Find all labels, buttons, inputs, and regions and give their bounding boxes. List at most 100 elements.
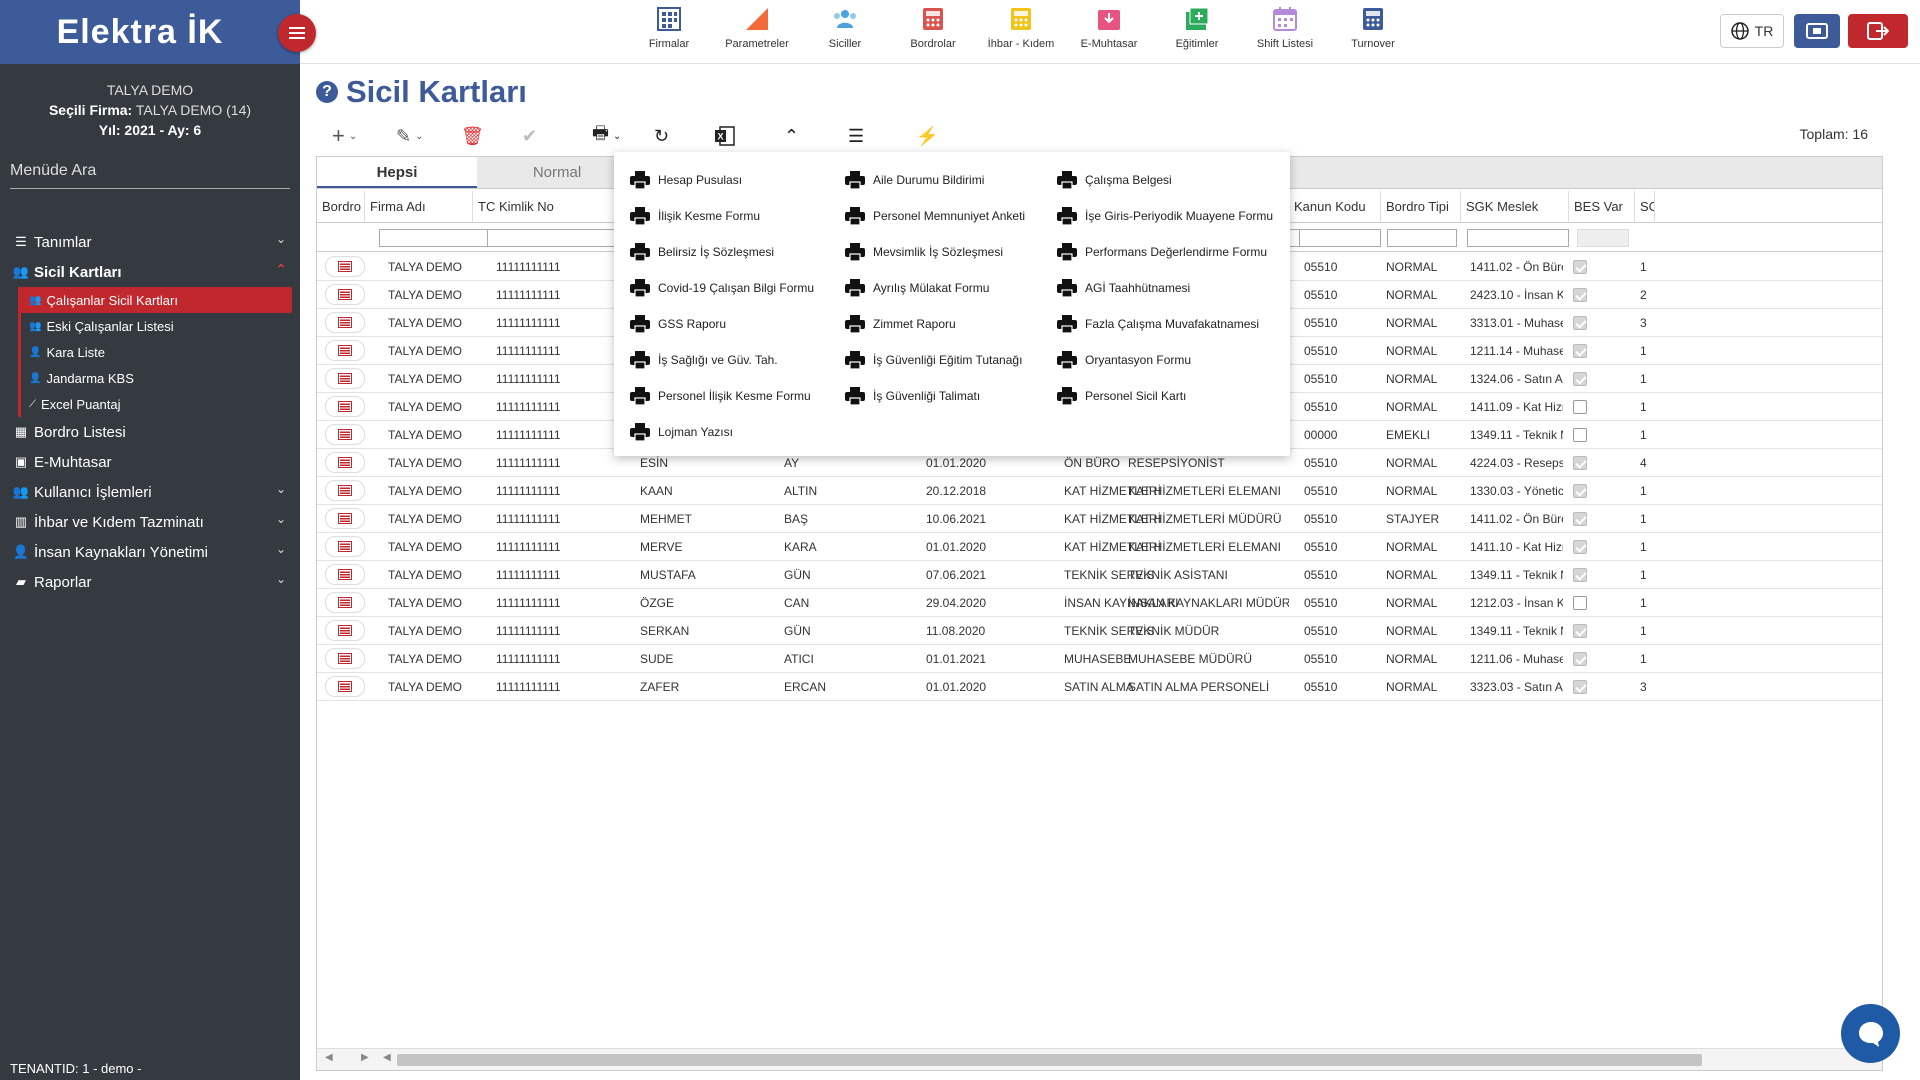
chat-button[interactable] xyxy=(1841,1004,1900,1063)
logout-button[interactable] xyxy=(1848,14,1908,48)
topnav-item-8[interactable]: Shift Listesi xyxy=(1242,6,1328,50)
topnav-item-3[interactable]: Siciller xyxy=(802,6,888,50)
bordro-button[interactable] xyxy=(325,648,365,669)
screen-toggle-button[interactable] xyxy=(1794,14,1840,48)
print-menu-item[interactable]: Aile Durumu Bildirimi xyxy=(845,162,1025,198)
column-header[interactable]: Bordro xyxy=(317,191,365,223)
sidebar-item-bordro-listesi[interactable]: ▦ Bordro Listesi xyxy=(0,417,300,447)
column-header[interactable]: Kanun Kodu xyxy=(1289,191,1381,223)
print-menu-item[interactable]: Fazla Çalışma Muvafakatnamesi xyxy=(1057,306,1273,342)
bordro-button[interactable] xyxy=(325,536,365,557)
bes-checkbox[interactable] xyxy=(1573,344,1587,358)
help-icon[interactable]: ? xyxy=(316,81,338,103)
column-filter-input[interactable] xyxy=(1467,229,1569,247)
bes-checkbox[interactable] xyxy=(1573,568,1587,582)
bordro-button[interactable] xyxy=(325,340,365,361)
column-header[interactable]: Bordro Tipi xyxy=(1381,191,1461,223)
print-menu-item[interactable]: AGİ Taahhütnamesi xyxy=(1057,270,1273,306)
bordro-button[interactable] xyxy=(325,284,365,305)
add-button[interactable]: + ⌄ xyxy=(332,122,357,150)
column-header[interactable]: Firma Adı xyxy=(365,191,473,223)
bes-checkbox[interactable] xyxy=(1573,484,1587,498)
print-menu-item[interactable]: Personel İlişik Kesme Formu xyxy=(630,378,814,414)
column-filter-input[interactable] xyxy=(1577,229,1629,247)
topnav-item-6[interactable]: E-Muhtasar xyxy=(1066,6,1152,50)
hamburger-menu-button[interactable] xyxy=(278,14,316,52)
quick-action-button[interactable]: ⚡ xyxy=(916,122,938,150)
bordro-button[interactable] xyxy=(325,592,365,613)
print-menu-item[interactable]: Hesap Pusulası xyxy=(630,162,814,198)
sidebar-item-kullanici[interactable]: 👥 Kullanıcı İşlemleri ⌄ xyxy=(0,477,300,507)
bes-checkbox[interactable] xyxy=(1573,288,1587,302)
column-header[interactable]: SGK Meslek xyxy=(1461,191,1569,223)
sidebar-subitem-calisanlar[interactable]: 👥 Çalışanlar Sicil Kartları xyxy=(21,287,292,313)
bes-checkbox[interactable] xyxy=(1573,512,1587,526)
menu-search-input[interactable]: Menüde Ara xyxy=(10,162,290,189)
bordro-button[interactable] xyxy=(325,396,365,417)
print-menu-item[interactable]: Ayrılış Mülakat Formu xyxy=(845,270,1025,306)
topnav-item-4[interactable]: Bordrolar xyxy=(890,6,976,50)
bordro-button[interactable] xyxy=(325,452,365,473)
refresh-button[interactable]: ↻ xyxy=(654,122,669,150)
sidebar-subitem-eski-calisanlar[interactable]: 👥 Eski Çalışanlar Listesi xyxy=(21,313,292,339)
print-button[interactable]: 🖶 ⌄ xyxy=(592,122,621,150)
topnav-item-2[interactable]: Parametreler xyxy=(714,6,800,50)
table-row[interactable]: TALYA DEMO 11111111111 ZAFER ERCAN 01.01.202… xyxy=(317,673,1882,701)
bordro-button[interactable] xyxy=(325,620,365,641)
sidebar-item-e-muhtasar[interactable]: ▣ E-Muhtasar xyxy=(0,447,300,477)
table-row[interactable]: TALYA DEMO 11111111111 MEHMET BAŞ 10.06.2021… xyxy=(317,505,1882,533)
print-menu-item[interactable]: Performans Değerlendirme Formu xyxy=(1057,234,1273,270)
approve-button[interactable]: ✔ xyxy=(522,122,537,150)
bordro-button[interactable] xyxy=(325,312,365,333)
print-menu-item[interactable]: İş Sağlığı ve Güv. Tah. xyxy=(630,342,814,378)
print-menu-item[interactable]: Zimmet Raporu xyxy=(845,306,1025,342)
topnav-item-5[interactable]: İhbar - Kıdem xyxy=(978,6,1064,50)
sidebar-item-tanimlar[interactable]: ☰ Tanımlar ⌄ xyxy=(0,227,300,257)
bes-checkbox[interactable] xyxy=(1573,652,1587,666)
print-menu-item[interactable]: Personel Sicil Kartı xyxy=(1057,378,1273,414)
column-header[interactable]: SC xyxy=(1635,191,1655,223)
print-menu-item[interactable]: İş Güvenliği Eğitim Tutanağı xyxy=(845,342,1025,378)
topnav-item-1[interactable]: Firmalar xyxy=(626,6,712,50)
bordro-button[interactable] xyxy=(325,564,365,585)
sidebar-subitem-kara-liste[interactable]: 👤 Kara Liste xyxy=(21,339,292,365)
print-menu-item[interactable]: Lojman Yazısı xyxy=(630,414,814,450)
bordro-button[interactable] xyxy=(325,424,365,445)
table-row[interactable]: TALYA DEMO 11111111111 SUDE ATICI 01.01.2021… xyxy=(317,645,1882,673)
scroll-left-icon[interactable]: ◀ xyxy=(325,1052,333,1063)
sidebar-item-ihbar[interactable]: ▥ İhbar ve Kıdem Tazminatı ⌄ xyxy=(0,507,300,537)
bes-checkbox[interactable] xyxy=(1573,316,1587,330)
column-header[interactable]: BES Var xyxy=(1569,191,1635,223)
language-button[interactable]: TR xyxy=(1720,14,1784,48)
sidebar-item-raporlar[interactable]: ▰ Raporlar ⌄ xyxy=(0,567,300,597)
bordro-button[interactable] xyxy=(325,256,365,277)
print-menu-item[interactable]: İşe Giris-Periyodik Muayene Formu xyxy=(1057,198,1273,234)
table-row[interactable]: TALYA DEMO 11111111111 MERVE KARA 01.01.2020… xyxy=(317,533,1882,561)
bordro-button[interactable] xyxy=(325,508,365,529)
tab-hepsi[interactable]: Hepsi xyxy=(317,157,477,188)
print-menu-item[interactable]: Mevsimlik İş Sözleşmesi xyxy=(845,234,1025,270)
columns-button[interactable]: ☰ xyxy=(848,122,864,150)
delete-button[interactable]: 🗑 xyxy=(461,122,484,150)
scrollbar-thumb[interactable] xyxy=(397,1054,1702,1066)
bordro-button[interactable] xyxy=(325,480,365,501)
tab-normal[interactable]: Normal xyxy=(477,157,637,188)
bes-checkbox[interactable] xyxy=(1573,680,1587,694)
sidebar-subitem-excel-puantaj[interactable]: ⟋ Excel Puantaj xyxy=(21,391,292,417)
topnav-item-7[interactable]: Eğitimler xyxy=(1154,6,1240,50)
column-filter-input[interactable] xyxy=(1299,229,1381,247)
print-menu-item[interactable]: Çalışma Belgesi xyxy=(1057,162,1273,198)
edit-button[interactable]: ✎ ⌄ xyxy=(396,122,423,150)
bordro-button[interactable] xyxy=(325,676,365,697)
sidebar-subitem-jandarma[interactable]: 👤 Jandarma KBS xyxy=(21,365,292,391)
scroll-right-icon[interactable]: ▶ xyxy=(361,1052,369,1063)
bes-checkbox[interactable] xyxy=(1573,372,1587,386)
column-filter-input[interactable] xyxy=(379,229,503,247)
column-filter-input[interactable] xyxy=(1387,229,1457,247)
table-row[interactable]: TALYA DEMO 11111111111 SERKAN GÜN 11.08.2020… xyxy=(317,617,1882,645)
print-menu-item[interactable]: GSS Raporu xyxy=(630,306,814,342)
bes-checkbox[interactable] xyxy=(1573,540,1587,554)
print-menu-item[interactable]: Oryantasyon Formu xyxy=(1057,342,1273,378)
scroll-left-icon[interactable]: ◀ xyxy=(383,1052,391,1063)
excel-export-button[interactable]: X xyxy=(714,122,736,150)
